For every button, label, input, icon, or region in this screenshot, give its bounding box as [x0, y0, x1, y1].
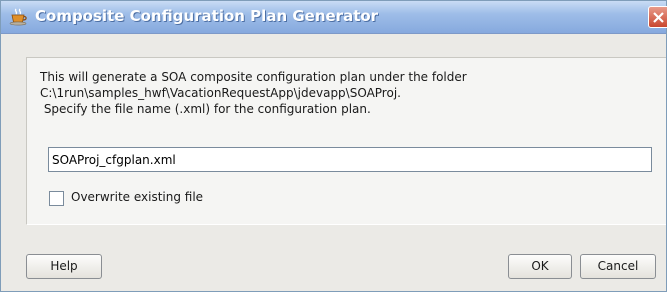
message-line-2: C:\1run\samples_hwf\VacationRequestApp\j… [40, 86, 401, 100]
info-message: This will generate a SOA composite confi… [40, 69, 467, 117]
ok-button[interactable]: OK [508, 254, 572, 279]
cancel-button[interactable]: Cancel [580, 254, 656, 279]
title-bar[interactable]: Composite Configuration Plan Generator [1, 1, 667, 34]
close-icon [653, 12, 664, 23]
file-name-input[interactable] [48, 147, 652, 172]
overwrite-checkbox[interactable] [49, 191, 64, 206]
message-line-1: This will generate a SOA composite confi… [40, 70, 467, 84]
jdeveloper-cup-icon [9, 8, 29, 26]
help-button[interactable]: Help [26, 254, 102, 279]
window-title: Composite Configuration Plan Generator [35, 7, 379, 25]
dialog-window: Composite Configuration Plan Generator T… [0, 0, 667, 292]
message-line-3: Specify the file name (.xml) for the con… [40, 102, 371, 116]
overwrite-label: Overwrite existing file [71, 190, 204, 204]
close-button[interactable] [648, 6, 667, 28]
